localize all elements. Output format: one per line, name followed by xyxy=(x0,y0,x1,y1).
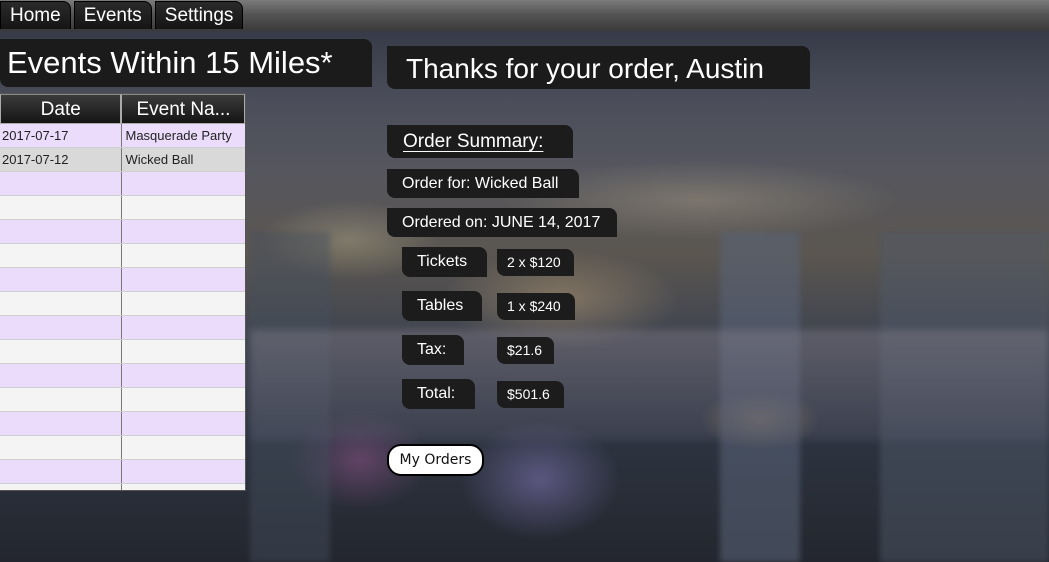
table-header: Date Event Na... xyxy=(0,94,245,124)
empty-table-row xyxy=(0,268,245,292)
empty-cell xyxy=(122,172,246,195)
empty-cell xyxy=(122,292,246,315)
empty-table-row xyxy=(0,364,245,388)
empty-table-row xyxy=(0,388,245,412)
empty-cell xyxy=(0,172,122,195)
empty-cell xyxy=(0,220,122,243)
empty-cell xyxy=(0,412,122,435)
empty-cell xyxy=(0,436,122,459)
empty-cell xyxy=(122,316,246,339)
thanks-title: Thanks for your order, Austin xyxy=(387,46,810,89)
empty-cell xyxy=(0,292,122,315)
order-summary-label: Order Summary: xyxy=(403,131,544,152)
empty-cell xyxy=(0,388,122,411)
empty-table-row xyxy=(0,172,245,196)
empty-table-row xyxy=(0,484,246,490)
table-cell-date: 2017-07-17 xyxy=(0,124,122,147)
table-row-selected[interactable]: 2017-07-12 Wicked Ball xyxy=(0,148,245,172)
nav-home-button[interactable]: Home xyxy=(0,1,71,29)
nav-settings-button[interactable]: Settings xyxy=(154,1,244,29)
order-summary-header: Order Summary: xyxy=(387,125,573,158)
table-cell-date: 2017-07-12 xyxy=(0,148,122,171)
empty-table-row xyxy=(0,412,245,436)
table-row[interactable]: 2017-07-17 Masquerade Party xyxy=(0,124,245,148)
column-header-date[interactable]: Date xyxy=(0,94,122,124)
total-label: Total: xyxy=(402,379,475,409)
empty-table-row xyxy=(0,436,245,460)
order-for-label: Order for: Wicked Ball xyxy=(387,169,579,198)
empty-cell xyxy=(0,268,122,291)
events-panel-title: Events Within 15 Miles* xyxy=(0,39,372,87)
empty-table-row xyxy=(0,196,245,220)
empty-cell xyxy=(122,436,246,459)
empty-cell xyxy=(122,412,246,435)
empty-table-row xyxy=(0,244,245,268)
empty-table-row xyxy=(0,316,245,340)
empty-table-row xyxy=(0,340,245,364)
table-cell-event-name: Masquerade Party xyxy=(125,128,232,143)
background-water xyxy=(250,330,1049,440)
empty-cell xyxy=(0,484,122,490)
ordered-on-label: Ordered on: JUNE 14, 2017 xyxy=(387,208,617,237)
tables-value: 1 x $240 xyxy=(497,293,575,320)
total-value: $501.6 xyxy=(497,381,564,408)
empty-cell xyxy=(0,316,122,339)
tax-label: Tax: xyxy=(402,335,464,365)
empty-cell xyxy=(0,196,122,219)
empty-cell xyxy=(122,460,246,483)
empty-table-row xyxy=(0,220,245,244)
empty-cell xyxy=(0,364,122,387)
empty-cell xyxy=(122,196,246,219)
tables-label: Tables xyxy=(402,291,482,321)
table-cell-event-name: Wicked Ball xyxy=(125,152,194,167)
top-nav-bar: Home Events Settings xyxy=(0,0,1049,31)
empty-cell xyxy=(122,268,246,291)
tickets-label: Tickets xyxy=(402,247,487,277)
nav-events-button[interactable]: Events xyxy=(73,1,152,29)
empty-cell xyxy=(0,460,122,483)
events-table: Date Event Na... 2017-07-17 Masquerade P… xyxy=(0,93,246,491)
empty-cell xyxy=(122,388,246,411)
empty-cell xyxy=(0,340,122,363)
empty-table-row xyxy=(0,292,245,316)
tickets-value: 2 x $120 xyxy=(497,249,574,276)
column-header-event-name[interactable]: Event Na... xyxy=(121,94,245,124)
tax-value: $21.6 xyxy=(497,337,554,364)
my-orders-button[interactable]: My Orders xyxy=(387,444,484,476)
empty-cell xyxy=(122,220,246,243)
empty-cell xyxy=(0,244,122,267)
empty-cell xyxy=(122,340,246,363)
empty-table-row xyxy=(0,460,245,484)
empty-cell xyxy=(122,484,246,490)
empty-cell xyxy=(122,244,246,267)
empty-cell xyxy=(122,364,246,387)
